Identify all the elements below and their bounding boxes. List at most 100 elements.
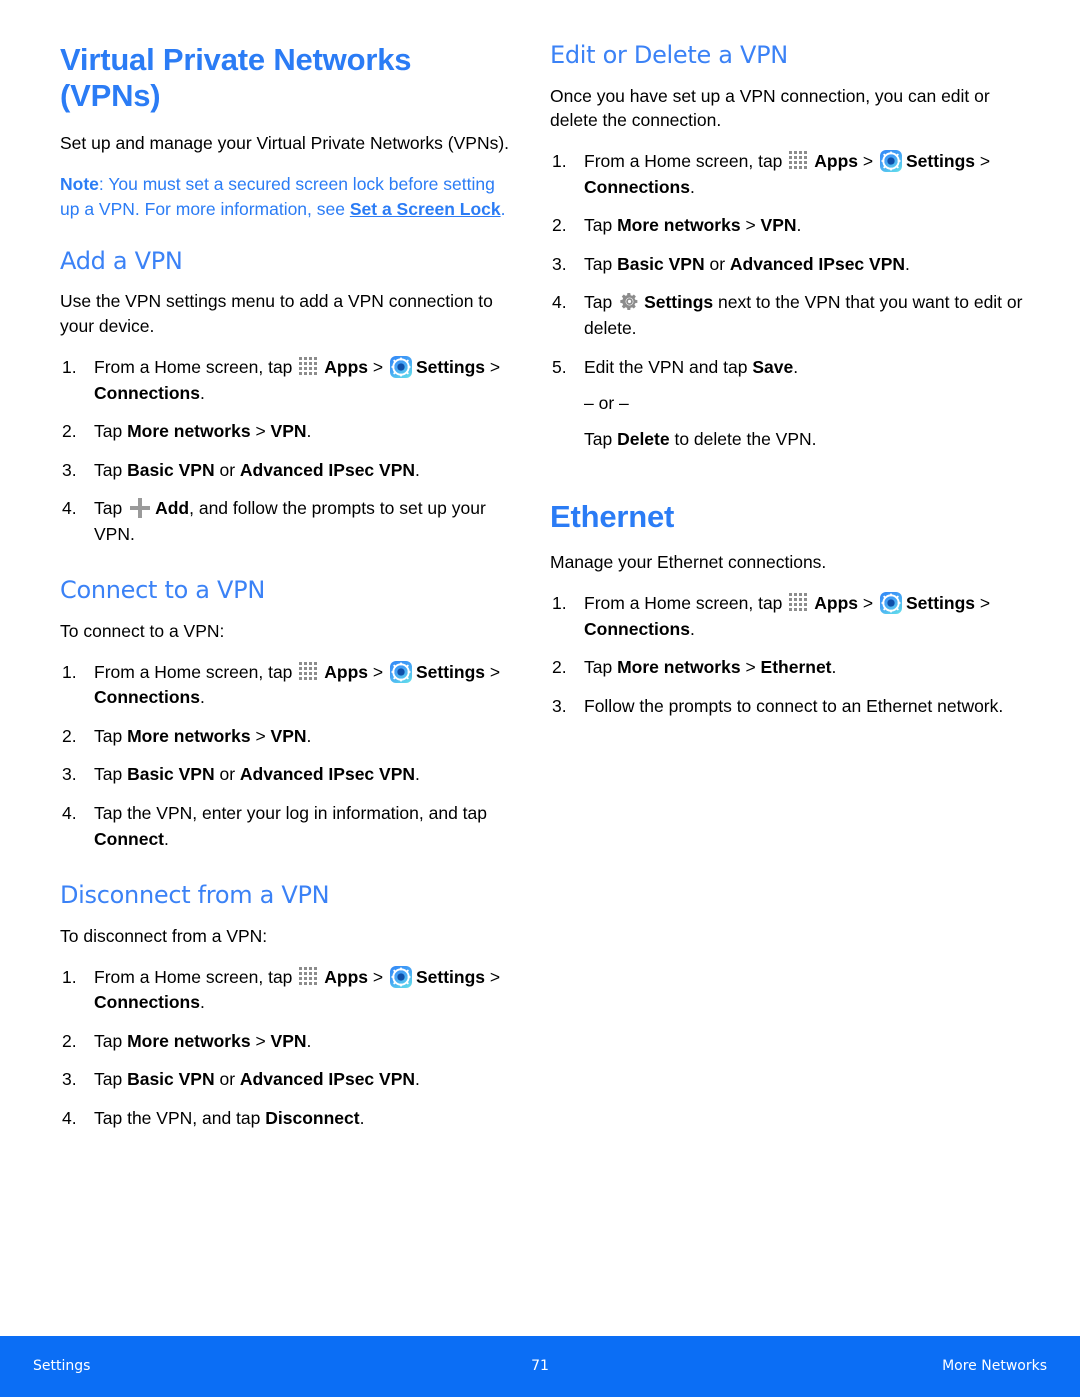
settings-label: Settings: [905, 151, 976, 172]
note-label: Note: [60, 174, 99, 195]
basic-vpn-label: Basic VPN: [617, 253, 705, 274]
settings-label: Settings: [415, 357, 486, 378]
apps-label: Apps: [324, 357, 369, 378]
section-heading-ethernet: Ethernet: [550, 498, 675, 534]
step-text-rest: to delete the VPN.: [669, 429, 817, 450]
step-text: Edit the VPN and tap: [584, 356, 753, 377]
arrow2: >: [975, 593, 991, 614]
vpn-label: VPN: [270, 1030, 307, 1051]
apps-grid-icon[interactable]: [299, 966, 320, 986]
disconnect-vpn-steps: From a Home screen, tap Apps > Settings …: [60, 965, 510, 1132]
connect-vpn-intro: To connect to a VPN:: [60, 620, 225, 641]
note-separator: :: [98, 174, 109, 195]
disconnect-vpn-intro: To disconnect from a VPN:: [60, 925, 268, 946]
period: .: [905, 253, 910, 274]
arrow: >: [250, 421, 271, 442]
step-edit-and-save: Edit the VPN and tap Save.: [550, 355, 1030, 381]
period: .: [689, 618, 695, 639]
settings-gear-icon[interactable]: [389, 965, 412, 988]
settings-gear-icon[interactable]: [879, 150, 902, 173]
plus-icon[interactable]: [130, 498, 151, 519]
more-networks-label: More networks: [127, 421, 251, 442]
basic-vpn-label: Basic VPN: [127, 459, 215, 480]
arrow: >: [368, 661, 388, 682]
or-text: or: [704, 253, 730, 274]
connections-label: Connections: [94, 687, 200, 708]
step-tap-connect: Tap the VPN, enter your log in informati…: [60, 801, 510, 852]
ethernet-steps: From a Home screen, tap Apps > Settings …: [550, 591, 1030, 719]
gear-gray-icon[interactable]: [619, 291, 640, 312]
edit-delete-vpn-steps: From a Home screen, tap Apps > Settings …: [550, 149, 1030, 380]
section-heading-edit-or-delete-a-vpn: Edit or Delete a VPN: [550, 41, 788, 69]
step-text: Tap the VPN, and tap: [94, 1107, 266, 1128]
period: .: [359, 1107, 365, 1128]
step-home-screen: From a Home screen, tap Apps > Settings …: [60, 965, 510, 1016]
connections-label: Connections: [584, 176, 690, 197]
period: .: [689, 176, 695, 197]
period: .: [164, 828, 169, 849]
step-text: Tap: [94, 725, 128, 746]
or-text: or: [214, 764, 240, 785]
vpn-label: VPN: [270, 725, 307, 746]
two-column-layout: Virtual Private Networks (VPNs) Set up a…: [0, 41, 1080, 1144]
apps-grid-icon[interactable]: [789, 151, 810, 170]
vpn-label: VPN: [270, 421, 307, 442]
save-label: Save: [752, 356, 794, 377]
step-text: Tap: [584, 429, 618, 450]
settings-gear-icon[interactable]: [389, 660, 412, 683]
left-column: Virtual Private Networks (VPNs) Set up a…: [0, 42, 540, 1144]
arrow: >: [368, 966, 388, 987]
step-home-screen: From a Home screen, tap Apps > Settings …: [60, 660, 510, 711]
settings-label: Settings: [905, 593, 976, 614]
step-text: Tap: [94, 459, 128, 480]
set-a-screen-lock-link[interactable]: Set a Screen Lock: [350, 199, 501, 219]
step-text: From a Home screen, tap: [94, 661, 298, 682]
advanced-ipsec-vpn-label: Advanced IPsec VPN: [729, 253, 905, 274]
or-text: or: [214, 459, 240, 480]
settings-gear-icon[interactable]: [389, 356, 412, 379]
apps-label: Apps: [324, 661, 369, 682]
step-basic-or-advanced: Tap Basic VPN or Advanced IPsec VPN.: [550, 252, 1030, 278]
disconnect-label: Disconnect: [265, 1107, 360, 1128]
step-text: Tap the VPN, enter your log in informati…: [94, 803, 488, 823]
connect-vpn-steps: From a Home screen, tap Apps > Settings …: [60, 660, 510, 852]
document-page: Virtual Private Networks (VPNs) Set up a…: [0, 0, 1080, 1397]
apps-grid-icon[interactable]: [299, 357, 320, 376]
section-heading-disconnect-from-a-vpn: Disconnect from a VPN: [60, 881, 330, 910]
note-paragraph: Note: You must set a secured screen lock…: [60, 172, 510, 222]
step-more-networks-vpn: Tap More networks > VPN.: [60, 724, 510, 750]
step-more-networks-vpn: Tap More networks > VPN.: [550, 213, 1030, 239]
step-home-screen: From a Home screen, tap Apps > Settings …: [60, 355, 510, 406]
settings-label: Settings: [415, 966, 486, 987]
or-separator: – or –: [584, 393, 629, 414]
arrow: >: [740, 215, 761, 236]
period: .: [831, 657, 837, 678]
period: .: [199, 992, 205, 1013]
step-text: Tap: [94, 498, 128, 519]
period: .: [306, 421, 312, 442]
period: .: [306, 1030, 312, 1051]
step-basic-or-advanced: Tap Basic VPN or Advanced IPsec VPN.: [60, 458, 510, 484]
step-text: Tap: [94, 764, 128, 785]
apps-label: Apps: [814, 151, 859, 172]
step-follow-prompts: Follow the prompts to connect to an Ethe…: [552, 694, 1004, 719]
connect-label: Connect: [94, 828, 164, 849]
add-vpn-steps: From a Home screen, tap Apps > Settings …: [60, 355, 510, 547]
arrow2: >: [485, 966, 501, 987]
add-label: Add: [155, 498, 190, 519]
step-more-networks-vpn: Tap More networks > VPN.: [60, 419, 510, 445]
arrow: >: [858, 593, 878, 614]
apps-grid-icon[interactable]: [299, 661, 320, 681]
more-networks-label: More networks: [127, 725, 251, 746]
step-text: From a Home screen, tap: [584, 593, 788, 614]
settings-gear-icon[interactable]: [879, 592, 902, 615]
footer-page-number: 71: [531, 1358, 549, 1374]
step-text: Tap: [94, 421, 128, 442]
period: .: [415, 764, 420, 785]
advanced-ipsec-vpn-label: Advanced IPsec VPN: [239, 1069, 415, 1090]
step-text: Tap: [94, 1069, 128, 1090]
apps-grid-icon[interactable]: [789, 593, 810, 612]
step-text: From a Home screen, tap: [584, 151, 788, 172]
right-column: Edit or Delete a VPN Once you have set u…: [540, 41, 1080, 732]
arrow2: >: [485, 661, 501, 682]
